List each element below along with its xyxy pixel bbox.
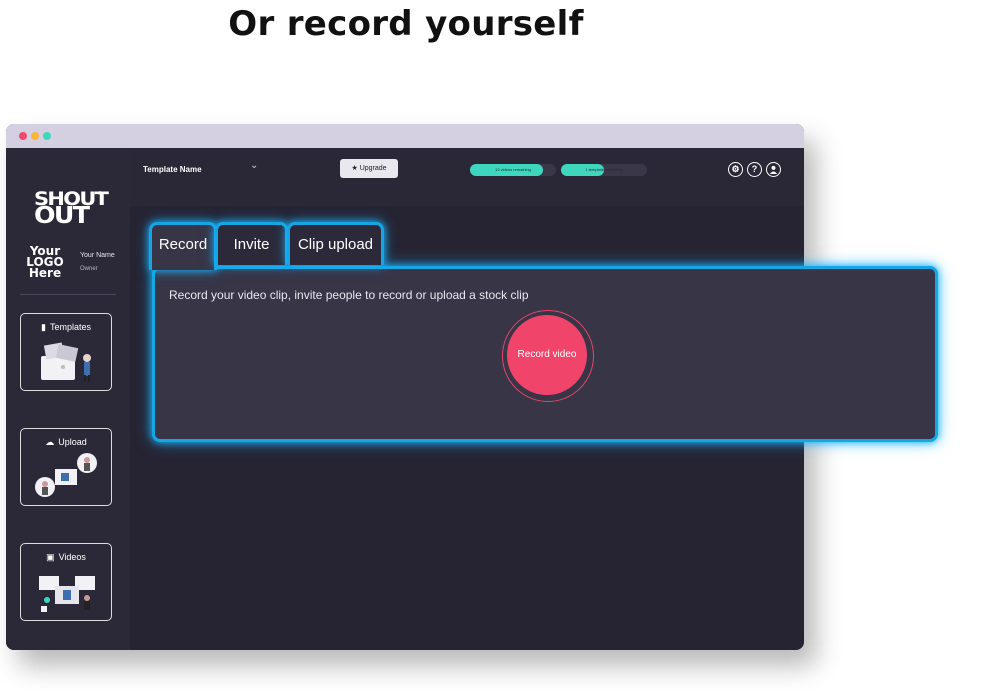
tab-invite[interactable]: Invite: [215, 222, 288, 265]
registered-mark: ®: [98, 191, 102, 197]
tab-clip-upload[interactable]: Clip upload: [287, 222, 384, 265]
tab-record[interactable]: Record: [149, 222, 217, 270]
sidebar-item-upload[interactable]: ☁ Upload: [20, 428, 112, 506]
template-name[interactable]: Template Name: [143, 165, 202, 174]
sidebar-item-templates[interactable]: ▮ Templates: [20, 313, 112, 391]
star-icon: ★: [351, 165, 358, 172]
sidebar-item-label: Videos: [58, 552, 86, 562]
logo-placeholder-line: Here: [28, 266, 62, 280]
settings-icon[interactable]: ⚙: [728, 162, 743, 177]
panel-description: Record your video clip, invite people to…: [169, 288, 529, 302]
videos-remaining-text: 12 videos remaining: [495, 167, 531, 172]
chevron-down-icon[interactable]: ⌄: [250, 160, 258, 171]
sidebar: SHOUT OUT ® Your LOGO Here Your Name Own…: [6, 148, 130, 650]
sidebar-item-videos[interactable]: ▣ Videos: [20, 543, 112, 621]
window-minimize-dot[interactable]: [31, 132, 39, 140]
window-close-dot[interactable]: [19, 132, 27, 140]
video-folder-icon: ▣: [46, 552, 55, 562]
company-logo-placeholder: Your LOGO Here: [25, 245, 65, 280]
tab-label: Clip upload: [297, 236, 374, 253]
tab-label: Record: [158, 236, 208, 253]
sidebar-divider: [20, 294, 116, 295]
sidebar-item-label: Templates: [49, 322, 91, 332]
sidebar-item-label: Upload: [58, 437, 87, 447]
videos-remaining-bar: 12 videos remaining: [470, 164, 556, 176]
upgrade-label: Upgrade: [359, 165, 387, 172]
title-bar: [6, 124, 804, 148]
brand-logo[interactable]: SHOUT OUT: [34, 190, 109, 228]
templates-remaining-text: 1 template remaining: [585, 167, 623, 172]
upgrade-button[interactable]: ★ Upgrade: [340, 159, 398, 178]
help-icon[interactable]: ?: [747, 162, 762, 177]
user-role: Owner: [80, 266, 98, 272]
document-icon: ▮: [41, 322, 46, 332]
videos-illustration: [39, 576, 95, 612]
user-name: Your Name: [80, 252, 115, 259]
templates-illustration: [41, 342, 91, 382]
record-video-button[interactable]: Record video: [507, 315, 587, 395]
templates-remaining-bar: 1 template remaining: [561, 164, 647, 176]
top-bar: Template Name ⌄ ★ Upgrade 12 videos rema…: [130, 148, 804, 206]
tab-label: Invite: [233, 236, 270, 253]
cloud-upload-icon: ☁: [45, 437, 55, 447]
upload-illustration: [35, 453, 97, 497]
headline: Or record yourself: [228, 4, 584, 44]
window-maximize-dot[interactable]: [43, 132, 51, 140]
record-panel: Record your video clip, invite people to…: [152, 266, 938, 442]
user-icon[interactable]: [766, 162, 781, 177]
